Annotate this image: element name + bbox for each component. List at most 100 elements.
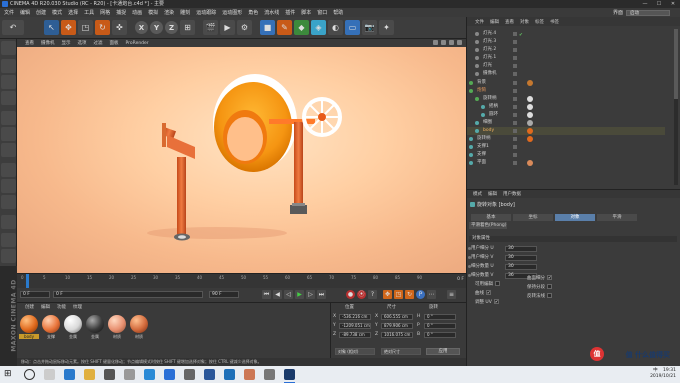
object-row[interactable]: 旋转柄 [467,135,665,143]
scale-key-icon[interactable]: ◳ [394,290,403,299]
3d-viewport[interactable] [17,47,466,273]
app-icon[interactable] [124,369,135,380]
cinema4d-taskbar-icon[interactable] [284,369,295,383]
workplane-icon[interactable] [1,91,16,105]
checkbox-row[interactable]: 保持分段 [527,284,552,291]
om-menu-edit[interactable]: 编辑 [490,19,499,25]
mm-menu-texture[interactable]: 纹理 [73,304,82,310]
rotate-icon[interactable]: ↻ [95,20,110,35]
qq-icon[interactable] [164,369,175,380]
viewport-zoom-icon[interactable] [441,40,446,45]
menu-motion-tracker[interactable]: 运动跟踪 [196,9,216,16]
checkbox[interactable]: ✔ [547,275,552,280]
field-value[interactable]: 30 [505,245,537,252]
am-menu-edit[interactable]: 编辑 [488,191,497,197]
timeline-menu-icon[interactable]: ≡ [447,290,456,299]
quantize-icon[interactable] [1,233,16,247]
checkbox[interactable] [547,293,552,298]
checkbox-row[interactable]: 反转法线 [527,293,552,300]
tab-object[interactable]: 对象 [555,214,595,221]
object-row[interactable]: 灯光 [467,62,665,70]
tab-coord[interactable]: 坐标 [513,214,553,221]
render-settings-icon[interactable]: ⚙ [237,20,252,35]
object-row[interactable]: 细圈 [467,119,665,127]
menu-pipeline[interactable]: 流水线 [264,9,279,16]
point-level-icon[interactable]: ⋯ [427,290,436,299]
viewport-menu-view[interactable]: 查看 [25,40,34,46]
menu-plugins[interactable]: 插件 [285,9,295,16]
tab-basic[interactable]: 基本 [471,214,511,221]
checkbox-row[interactable]: 调整 UV ✔ [475,299,499,306]
rotation-p-field[interactable]: 0 ° [424,323,456,329]
enable-snap-icon[interactable] [1,215,16,229]
menu-mograph[interactable]: 运动图形 [222,9,242,16]
om-menu-bookmarks[interactable]: 书签 [550,19,559,25]
rotation-key-icon[interactable]: ↻ [405,290,414,299]
points-mode-icon[interactable] [1,111,16,125]
recent-tool-icon[interactable]: ✜ [112,20,127,35]
parameter-key-icon[interactable]: P [416,290,425,299]
checkbox-row[interactable]: 曲线 ✔ [475,290,491,297]
subdivision-surface-icon[interactable]: ◆ [294,20,309,35]
viewport-menu-prorender[interactable]: ProRender [126,41,149,46]
light-icon[interactable]: ✦ [379,20,394,35]
size-z-field[interactable]: 1016.075 cm [381,332,413,338]
am-menu-mode[interactable]: 模式 [473,191,482,197]
menu-file[interactable]: 文件 [4,9,14,16]
size-x-field[interactable]: 606.555 cm [381,314,413,320]
z-axis-lock-icon[interactable]: Z [165,21,178,34]
checkbox[interactable] [495,281,500,286]
position-x-field[interactable]: -536.216 cm [339,314,371,320]
object-row[interactable]: 摄像机 [467,70,665,78]
object-row[interactable]: 灯光.2 [467,46,665,54]
checkbox-row[interactable]: 曲面细分 ✔ [527,275,552,282]
edge-browser-icon[interactable] [64,369,75,380]
menu-select[interactable]: 选择 [68,9,78,16]
step-forward-icon[interactable]: ▷ [306,290,315,299]
go-to-end-icon[interactable]: ⏭ [317,290,326,299]
viewport-menu-cameras[interactable]: 摄像机 [41,40,55,46]
make-editable-icon[interactable] [1,41,16,55]
play-icon[interactable]: ▶ [295,290,304,299]
coordinate-system-icon[interactable]: ⊞ [180,20,195,35]
keyframe-selection-icon[interactable]: ? [368,290,377,299]
object-row[interactable]: 摇柄 [467,103,665,111]
viewport-menu-options[interactable]: 选项 [78,40,87,46]
object-row[interactable]: 圆环 [467,111,665,119]
lock-workplane-icon[interactable] [1,249,16,263]
autokey-icon[interactable]: ⦿ [357,290,366,299]
render-to-picture-viewer-icon[interactable]: ▶ [220,20,235,35]
axis-mode-icon[interactable] [1,163,16,177]
object-row-selected[interactable]: body [467,127,665,135]
camera-icon[interactable]: 📷 [362,20,377,35]
object-row[interactable]: 炮筒 [467,87,665,95]
browser-icon[interactable] [144,369,155,380]
position-z-field[interactable]: -89.738 cm [339,332,371,338]
menu-sculpt[interactable]: 雕刻 [180,9,190,16]
word-icon[interactable] [204,369,215,380]
checkbox-row[interactable]: 可用编辑 [475,281,500,288]
size-mode-select[interactable]: 绝对尺寸 [381,348,421,355]
menu-animate[interactable]: 动画 [132,9,142,16]
tab-phong[interactable]: 平滑 [597,214,637,221]
am-menu-user-data[interactable]: 用户数据 [503,191,521,197]
edges-mode-icon[interactable] [1,127,16,141]
start-menu-icon[interactable]: ⊞ [4,369,15,380]
field-value[interactable]: 30 [505,263,537,270]
preview-range-slider[interactable]: 0 F [53,291,203,298]
rotation-h-field[interactable]: 0 ° [424,314,456,320]
close-button[interactable]: ✕ [666,0,680,8]
timeline-ruler[interactable]: 0 5 10 15 20 25 30 35 40 45 50 55 60 65 … [17,273,466,289]
undo-icon[interactable]: ↶ [2,20,24,35]
play-backwards-icon[interactable]: ◁ [284,290,293,299]
rotation-b-field[interactable]: 0 ° [424,332,456,338]
file-explorer-icon[interactable] [84,369,95,380]
go-to-start-icon[interactable]: ⏮ [262,290,271,299]
object-row[interactable]: 背景 [467,79,665,87]
texture-mode-icon[interactable] [1,75,16,89]
input-language[interactable]: 中 [653,368,658,373]
menu-edit[interactable]: 编辑 [20,9,30,16]
app2-icon[interactable] [224,369,235,380]
menu-tools[interactable]: 工具 [84,9,94,16]
field-value[interactable]: 30 [505,254,537,261]
